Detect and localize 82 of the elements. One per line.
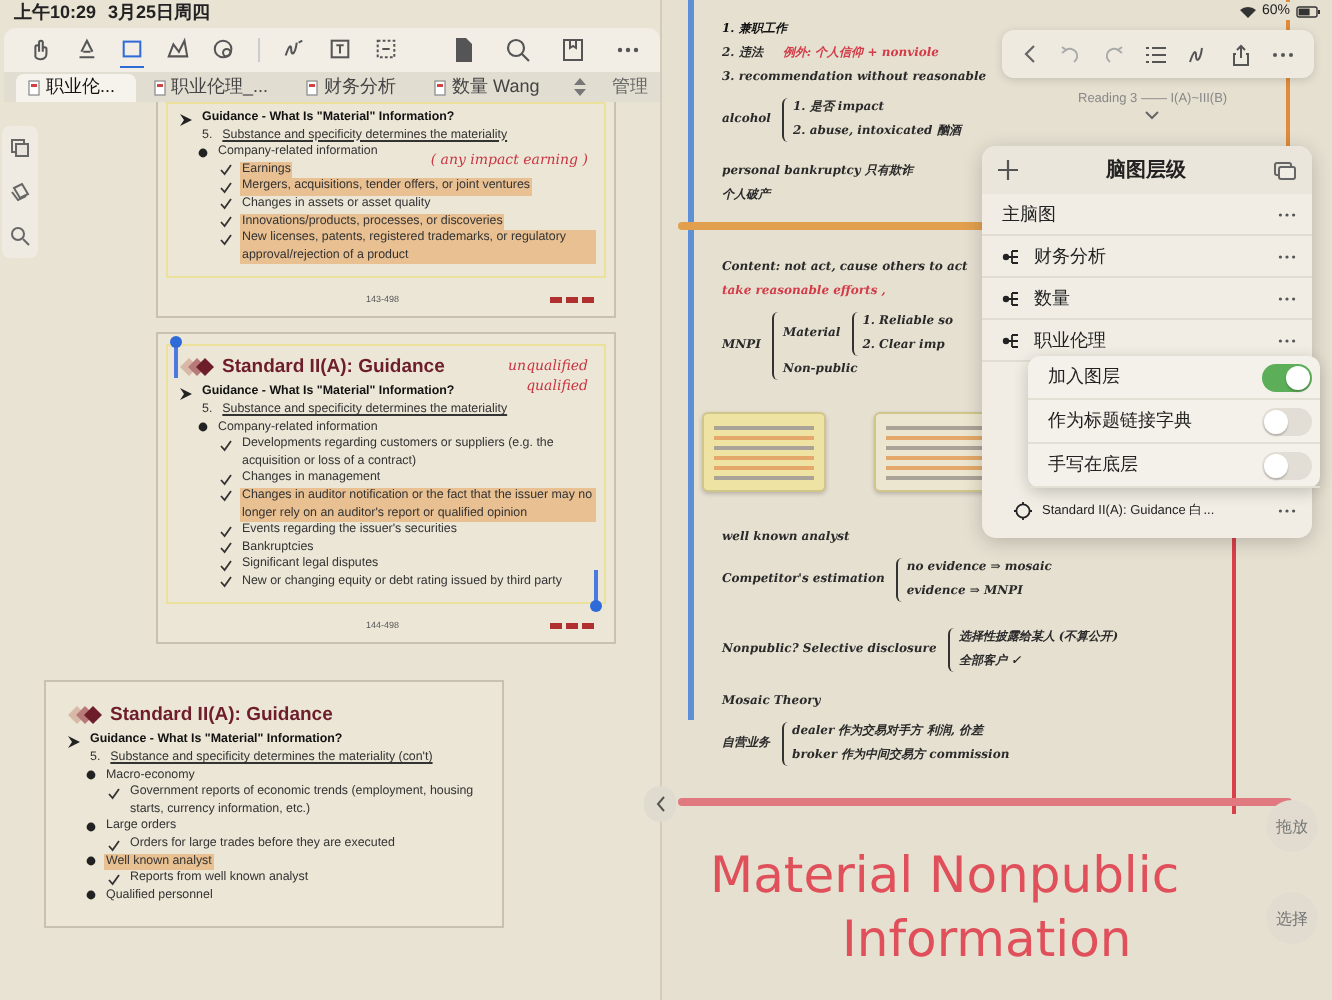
chevron-left-icon bbox=[655, 796, 665, 812]
dashed-frame-icon bbox=[374, 36, 398, 62]
wifi-icon bbox=[1239, 5, 1256, 17]
sticker-icon bbox=[212, 36, 236, 62]
document-icon bbox=[28, 79, 40, 95]
handwritten-title: Information bbox=[842, 910, 1132, 970]
option-label: 加入图层 bbox=[1048, 364, 1120, 390]
layer-item[interactable]: 数量 bbox=[982, 278, 1312, 320]
option-label: 手写在底层 bbox=[1048, 452, 1138, 478]
status-date: 3月25日周四 bbox=[108, 2, 211, 26]
bullet-icon bbox=[86, 890, 96, 901]
plus-icon[interactable] bbox=[998, 160, 1018, 180]
mindmap-icon bbox=[1002, 247, 1020, 265]
frame-icon bbox=[120, 36, 144, 62]
target-icon bbox=[1014, 502, 1032, 520]
toggle-switch[interactable] bbox=[1262, 363, 1312, 391]
more-icon[interactable] bbox=[1278, 337, 1296, 343]
more-icon[interactable] bbox=[1278, 253, 1296, 259]
highlighter-icon bbox=[74, 36, 98, 62]
check-icon bbox=[108, 787, 120, 800]
bullet-icon bbox=[198, 147, 208, 158]
share-icon[interactable] bbox=[1231, 43, 1250, 65]
document-icon bbox=[153, 79, 166, 95]
diamond-logo-icon bbox=[68, 706, 104, 725]
document-icon bbox=[434, 79, 447, 95]
mindmap-icon bbox=[1002, 289, 1020, 307]
layer-item[interactable]: 财务分析 bbox=[982, 236, 1312, 278]
search-icon[interactable] bbox=[506, 38, 530, 62]
document-tab[interactable]: 财务分析 bbox=[294, 73, 417, 101]
curve-pen-icon bbox=[282, 36, 306, 62]
more-icon[interactable] bbox=[1272, 51, 1295, 57]
layer-item[interactable]: 主脑图 bbox=[982, 194, 1312, 236]
bullet-icon bbox=[198, 422, 208, 433]
publisher-logo-icon bbox=[550, 621, 594, 630]
copy-pages-icon[interactable] bbox=[10, 138, 30, 158]
shape-icon bbox=[166, 36, 190, 62]
more-icon[interactable] bbox=[616, 46, 640, 54]
search-icon[interactable] bbox=[10, 226, 30, 246]
back-icon[interactable] bbox=[1021, 44, 1038, 64]
toggle-switch[interactable] bbox=[1262, 407, 1312, 435]
check-icon bbox=[220, 439, 232, 452]
windows-icon[interactable] bbox=[1274, 161, 1296, 179]
document-tab[interactable]: 数量 Wang bbox=[422, 73, 560, 101]
text-box-icon bbox=[328, 36, 352, 62]
resize-handle[interactable] bbox=[594, 570, 598, 607]
bullet-icon bbox=[86, 821, 96, 832]
check-icon bbox=[108, 839, 120, 852]
document-tab[interactable]: 职业伦理_... bbox=[141, 73, 289, 101]
more-icon[interactable] bbox=[1278, 211, 1296, 217]
status-time: 上午10:29 bbox=[14, 2, 97, 26]
curve-pen-icon[interactable] bbox=[1188, 44, 1209, 64]
popup-title: 脑图层级 bbox=[1104, 156, 1188, 184]
bullet-icon bbox=[86, 856, 96, 867]
chevron-down-icon[interactable] bbox=[1144, 110, 1161, 120]
manage-button[interactable]: 管理 bbox=[612, 74, 648, 100]
toggle-switch[interactable] bbox=[1262, 451, 1312, 479]
document-icon[interactable] bbox=[454, 38, 474, 62]
slide-title: Standard II(A): Guidance bbox=[110, 704, 333, 727]
arrow-bullet-icon bbox=[68, 735, 80, 748]
battery-icon bbox=[1296, 5, 1320, 17]
handwritten-title: Material Nonpublic bbox=[710, 846, 1180, 906]
check-icon bbox=[108, 873, 120, 886]
page-thumbnail[interactable] bbox=[702, 412, 826, 492]
more-icon[interactable] bbox=[1278, 295, 1296, 301]
mindmap-icon bbox=[1002, 331, 1020, 349]
list-icon[interactable] bbox=[1145, 45, 1166, 63]
document-icon bbox=[306, 79, 319, 95]
resize-handle[interactable] bbox=[174, 342, 178, 379]
more-icon[interactable] bbox=[1278, 508, 1296, 514]
arrow-bullet-icon bbox=[180, 387, 192, 400]
option-label: 作为标题链接字典 bbox=[1048, 408, 1192, 434]
sort-icon[interactable] bbox=[574, 78, 586, 96]
hand-icon bbox=[28, 36, 52, 62]
slide-title: Standard II(A): Guidance bbox=[222, 356, 445, 379]
diamond-logo-icon bbox=[180, 358, 216, 377]
arrow-bullet-icon bbox=[180, 113, 192, 125]
document-tab[interactable]: 职业伦... bbox=[16, 73, 136, 101]
bookmark-page-icon[interactable] bbox=[562, 38, 584, 62]
publisher-logo-icon bbox=[550, 295, 594, 304]
collapse-button[interactable] bbox=[644, 786, 676, 822]
bullet-icon bbox=[86, 770, 96, 781]
layers-icon[interactable] bbox=[10, 182, 30, 202]
